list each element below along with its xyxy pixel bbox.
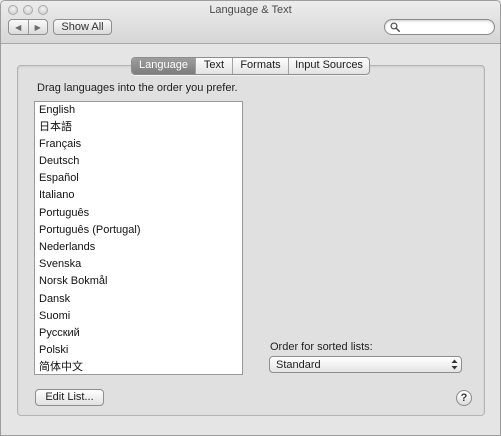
help-button[interactable]: ? — [456, 390, 472, 406]
language-item[interactable]: Suomi — [39, 309, 70, 324]
language-item[interactable]: 简体中文 — [39, 360, 83, 374]
tab-formats[interactable]: Formats — [232, 58, 288, 74]
language-item[interactable]: Français — [39, 137, 81, 152]
language-item[interactable]: Nederlands — [39, 240, 95, 255]
tab-input-sources[interactable]: Input Sources — [288, 58, 369, 74]
sort-order-value: Standard — [276, 359, 321, 371]
search-icon — [390, 22, 400, 32]
back-forward-control: ◀ ▶ — [8, 19, 48, 35]
tab-language[interactable]: Language — [132, 58, 195, 74]
language-item[interactable]: English — [39, 103, 75, 118]
sort-order-label: Order for sorted lists: — [270, 341, 373, 353]
window-title: Language & Text — [209, 4, 292, 16]
language-item[interactable]: Italiano — [39, 188, 74, 203]
language-item[interactable]: Svenska — [39, 257, 81, 272]
language-item[interactable]: Polski — [39, 343, 68, 358]
search-field[interactable] — [384, 19, 495, 35]
tab-bar: Language Text Formats Input Sources — [131, 57, 370, 75]
search-input[interactable] — [402, 21, 490, 33]
language-item[interactable]: Dansk — [39, 292, 70, 307]
language-item[interactable]: Norsk Bokmål — [39, 274, 107, 289]
tab-text[interactable]: Text — [195, 58, 232, 74]
show-all-button[interactable]: Show All — [53, 19, 112, 35]
language-item[interactable]: Русский — [39, 326, 80, 341]
title-bar: Language & Text ◀ ▶ Show All — [1, 1, 500, 44]
language-item[interactable]: Português — [39, 206, 89, 221]
back-arrow-icon: ◀ — [15, 22, 22, 32]
forward-arrow-icon: ▶ — [34, 22, 41, 32]
preferences-window: Language & Text ◀ ▶ Show All Language Te… — [0, 0, 501, 436]
language-item[interactable]: Español — [39, 171, 79, 186]
drag-instruction: Drag languages into the order you prefer… — [37, 82, 238, 94]
forward-button[interactable]: ▶ — [27, 20, 48, 34]
back-button[interactable]: ◀ — [9, 20, 28, 34]
language-list[interactable]: English 日本語 Français Deutsch Español Ita… — [34, 101, 243, 375]
up-down-arrows-icon — [451, 359, 458, 370]
edit-list-button[interactable]: Edit List... — [35, 389, 104, 406]
language-item[interactable]: Deutsch — [39, 154, 79, 169]
sort-order-popup[interactable]: Standard — [269, 356, 462, 373]
language-item[interactable]: 日本語 — [39, 120, 72, 135]
language-item[interactable]: Português (Portugal) — [39, 223, 141, 238]
